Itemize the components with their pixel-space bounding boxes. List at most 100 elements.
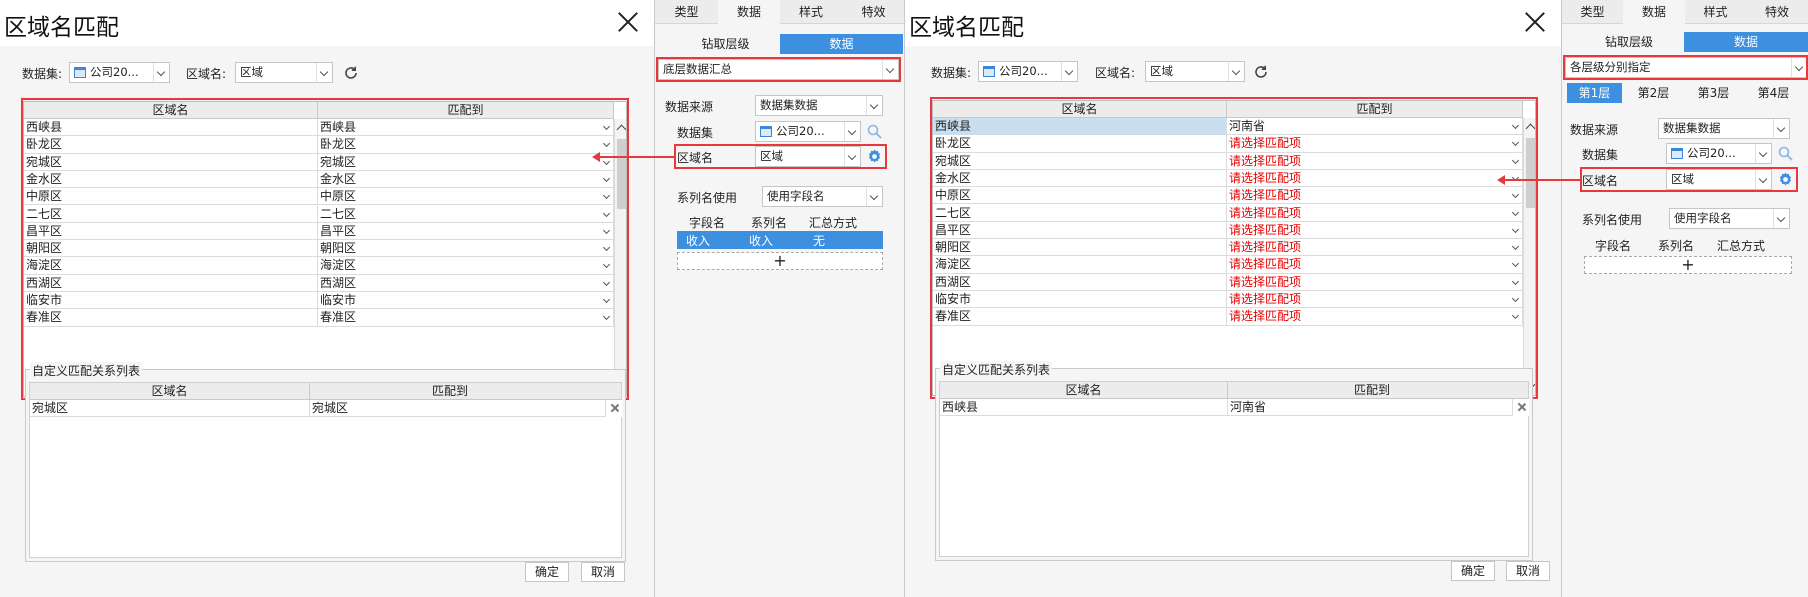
tab-type[interactable]: 类型 (655, 0, 718, 24)
table-row[interactable]: 金水区 请选择匹配项 (933, 169, 1523, 188)
match-select[interactable]: 请选择匹配项 (1227, 273, 1523, 291)
series-name-select[interactable]: 使用字段名 (762, 186, 883, 207)
scrollbar-thumb[interactable] (1526, 138, 1535, 208)
tab-effects[interactable]: 特效 (1746, 0, 1808, 24)
dataset-select[interactable]: 公司20... (1666, 143, 1772, 164)
add-field-button[interactable]: + (677, 252, 883, 270)
table-row[interactable]: 西湖区 请选择匹配项 (933, 273, 1523, 291)
table-row[interactable]: 宛城区 宛城区 (30, 400, 622, 418)
table-row[interactable]: 西湖区 西湖区 (24, 274, 614, 292)
table-row[interactable]: 卧龙区 卧龙区 (24, 136, 614, 154)
table-row[interactable]: 海淀区 海淀区 (24, 257, 614, 275)
scrollbar-thumb[interactable] (617, 139, 626, 209)
match-select[interactable]: 请选择匹配项 (1227, 187, 1523, 205)
table-row[interactable]: 宛城区 宛城区 (24, 153, 614, 171)
close-icon[interactable] (1523, 10, 1547, 34)
match-select[interactable]: 海淀区 (318, 257, 614, 275)
tab-data[interactable]: 数据 (1623, 0, 1685, 24)
layer-tab-2[interactable]: 第2层 (1626, 83, 1681, 103)
match-select[interactable]: 二七区 (318, 205, 614, 223)
table-row[interactable]: 二七区 请选择匹配项 (933, 204, 1523, 222)
tab-type[interactable]: 类型 (1562, 0, 1623, 24)
match-select[interactable]: 请选择匹配项 (1227, 239, 1523, 257)
dataset-select[interactable]: 公司20... (755, 121, 861, 142)
drill-level-segment[interactable]: 钻取层级 (1574, 32, 1684, 52)
match-select[interactable]: 春准区 (318, 309, 614, 327)
dataset-select[interactable]: 公司20... (978, 61, 1078, 82)
search-icon[interactable] (866, 123, 883, 140)
gear-icon[interactable] (866, 148, 883, 165)
data-source-select[interactable]: 数据集数据 (1658, 118, 1790, 139)
tab-style[interactable]: 样式 (780, 0, 842, 24)
table-row[interactable]: 春准区 请选择匹配项 (933, 308, 1523, 326)
tab-effects[interactable]: 特效 (842, 0, 904, 24)
close-icon[interactable] (616, 10, 640, 34)
series-name-select[interactable]: 使用字段名 (1669, 208, 1790, 229)
region-name-select[interactable]: 区域 (1666, 169, 1772, 190)
match-select[interactable]: 请选择匹配项 (1227, 204, 1523, 222)
match-select[interactable]: 西峡县 (318, 119, 614, 136)
cancel-button[interactable]: 取消 (1506, 561, 1550, 581)
ok-button[interactable]: 确定 (1451, 561, 1495, 581)
match-select[interactable]: 西湖区 (318, 274, 614, 292)
chevron-up-icon[interactable] (616, 124, 626, 135)
table-row[interactable]: 昌平区 请选择匹配项 (933, 221, 1523, 240)
match-select[interactable]: 请选择匹配项 (1227, 135, 1523, 153)
table-row[interactable]: 中原区 中原区 (24, 188, 614, 206)
ok-button[interactable]: 确定 (525, 562, 569, 582)
drill-level-segment[interactable]: 钻取层级 (671, 34, 780, 54)
match-select[interactable]: 朝阳区 (318, 240, 614, 258)
level-mode-select[interactable]: 各层级分别指定 (1565, 57, 1808, 78)
dataset-select[interactable]: 公司20... (69, 62, 170, 83)
search-icon[interactable] (1777, 145, 1794, 162)
field-row[interactable]: 收入 收入 无 (677, 231, 883, 249)
add-field-button[interactable]: + (1584, 256, 1792, 274)
table-row[interactable]: 宛城区 请选择匹配项 (933, 152, 1523, 170)
table-row[interactable]: 临安市 请选择匹配项 (933, 291, 1523, 309)
region-select[interactable]: 区域 (1145, 61, 1245, 82)
layer-tab-1[interactable]: 第1层 (1567, 83, 1622, 103)
table-row[interactable]: 二七区 二七区 (24, 205, 614, 223)
table-row[interactable]: 临安市 临安市 (24, 292, 614, 310)
data-source-select[interactable]: 数据集数据 (755, 95, 883, 116)
refresh-icon[interactable] (343, 65, 359, 81)
table-row[interactable]: 昌平区 昌平区 (24, 222, 614, 241)
match-select[interactable]: 请选择匹配项 (1227, 308, 1523, 326)
match-select[interactable]: 请选择匹配项 (1227, 152, 1523, 170)
gear-icon[interactable] (1777, 171, 1794, 188)
match-select[interactable]: 请选择匹配项 (1227, 291, 1523, 308)
vertical-scrollbar[interactable] (614, 119, 626, 396)
table-row[interactable]: 中原区 请选择匹配项 (933, 187, 1523, 205)
match-select[interactable]: 金水区 (318, 170, 614, 188)
table-row[interactable]: 朝阳区 朝阳区 (24, 240, 614, 258)
table-row[interactable]: 金水区 金水区 (24, 170, 614, 189)
table-row[interactable]: 西峡县 河南省 (933, 118, 1523, 136)
data-segment[interactable]: 数据 (780, 34, 903, 54)
cancel-button[interactable]: 取消 (581, 562, 625, 582)
refresh-icon[interactable] (1253, 64, 1269, 80)
summary-mode-select[interactable]: 底层数据汇总 (658, 59, 899, 80)
tab-data[interactable]: 数据 (718, 0, 780, 24)
layer-tab-3[interactable]: 第3层 (1686, 83, 1741, 103)
delete-icon[interactable] (605, 400, 622, 417)
match-select[interactable]: 请选择匹配项 (1227, 169, 1523, 187)
match-select[interactable]: 请选择匹配项 (1227, 256, 1523, 274)
match-select[interactable]: 请选择匹配项 (1227, 221, 1523, 239)
region-name-select[interactable]: 区域 (755, 146, 861, 167)
table-row[interactable]: 卧龙区 请选择匹配项 (933, 135, 1523, 153)
delete-icon[interactable] (1512, 399, 1529, 416)
match-select[interactable]: 河南省 (1227, 118, 1523, 135)
table-row[interactable]: 西峡县 河南省 (940, 399, 1529, 417)
vertical-scrollbar[interactable] (1523, 118, 1535, 395)
tab-style[interactable]: 样式 (1685, 0, 1746, 24)
match-select[interactable]: 临安市 (318, 292, 614, 309)
match-select[interactable]: 宛城区 (318, 153, 614, 171)
data-segment[interactable]: 数据 (1684, 32, 1808, 52)
table-row[interactable]: 海淀区 请选择匹配项 (933, 256, 1523, 274)
table-row[interactable]: 朝阳区 请选择匹配项 (933, 239, 1523, 257)
layer-tab-4[interactable]: 第4层 (1746, 83, 1801, 103)
match-select[interactable]: 中原区 (318, 188, 614, 206)
table-row[interactable]: 春准区 春准区 (24, 309, 614, 327)
table-row[interactable]: 西峡县 西峡县 (24, 119, 614, 137)
region-select[interactable]: 区域 (235, 62, 333, 83)
